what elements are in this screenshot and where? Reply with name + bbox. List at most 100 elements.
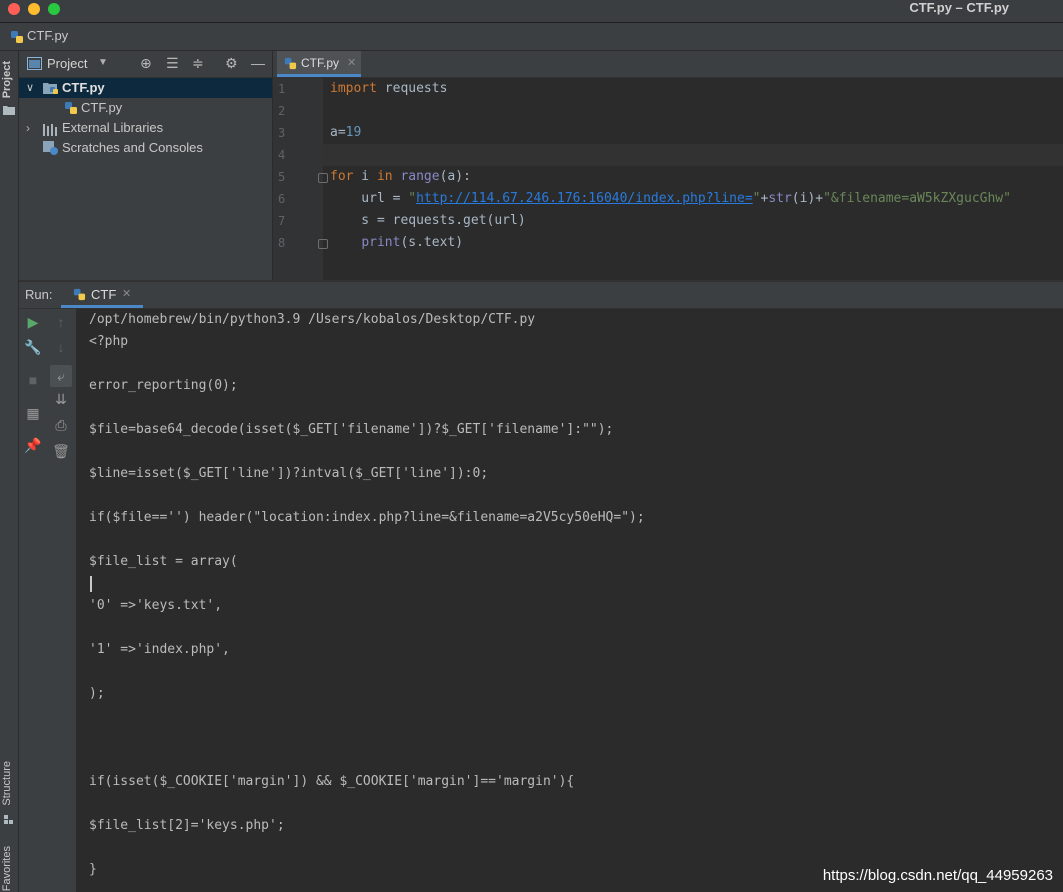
console-line: $file_list = array( bbox=[89, 554, 238, 569]
code-url-link[interactable]: http://114.67.246.176:16040/index.php?li… bbox=[416, 191, 753, 206]
tree-item-label: External Libraries bbox=[62, 120, 164, 135]
code-token: import bbox=[330, 81, 377, 96]
console-output[interactable]: /opt/homebrew/bin/python3.9 /Users/kobal… bbox=[77, 309, 1063, 892]
editor-tab-ctf[interactable]: CTF.py ✕ bbox=[277, 51, 361, 77]
console-line: '1' =>'index.php', bbox=[89, 642, 230, 657]
code-token: i bbox=[353, 169, 377, 184]
fold-marker-icon[interactable] bbox=[318, 173, 328, 183]
project-view-icon bbox=[27, 57, 42, 73]
code-token: 19 bbox=[345, 125, 362, 140]
code-token: in bbox=[376, 169, 393, 184]
console-line: $line=isset($_GET['line'])?intval($_GET[… bbox=[89, 466, 489, 481]
code-line-5: for i in range(a): bbox=[330, 169, 471, 184]
console-line: $file=base64_decode(isset($_GET['filenam… bbox=[89, 422, 614, 437]
minimize-window-button[interactable] bbox=[28, 3, 40, 15]
code-token: (a): bbox=[439, 169, 471, 184]
line-number: 4 bbox=[278, 148, 286, 162]
stop-icon[interactable]: ■ bbox=[23, 372, 43, 388]
gear-icon[interactable]: ⚙ bbox=[225, 55, 238, 72]
hide-panel-icon[interactable]: — bbox=[251, 55, 265, 71]
code-line-8: print(s.text) bbox=[330, 235, 463, 250]
tree-item-label: CTF.py bbox=[81, 100, 123, 115]
layout-icon[interactable]: ▦ bbox=[23, 405, 43, 422]
code-line-3: a=19 bbox=[330, 125, 361, 140]
code-editor[interactable]: 1 2 3 4 5 6 7 8 import requests a=19 for… bbox=[273, 78, 1063, 280]
run-tab-ctf[interactable]: CTF ✕ bbox=[61, 282, 143, 308]
editor-tab-bar: CTF.py ✕ bbox=[273, 51, 1063, 78]
tree-item-scratches[interactable]: Scratches and Consoles bbox=[19, 138, 272, 158]
pin-icon[interactable]: 📌 bbox=[23, 437, 43, 454]
line-number: 1 bbox=[278, 82, 286, 96]
tree-item-label: Scratches and Consoles bbox=[62, 140, 203, 155]
line-number: 7 bbox=[278, 214, 286, 228]
structure-tool-window-button[interactable]: Structure bbox=[1, 761, 13, 806]
navigation-bar: CTF.py bbox=[0, 23, 1063, 51]
code-line-7: s = requests.get(url) bbox=[330, 213, 526, 228]
code-token: print bbox=[361, 235, 401, 250]
favorites-tool-window-button[interactable]: Favorites bbox=[1, 846, 13, 891]
project-view-selector[interactable]: Project bbox=[47, 56, 87, 71]
close-icon[interactable]: ✕ bbox=[347, 56, 356, 69]
console-line: $file_list[2]='keys.php'; bbox=[89, 818, 285, 833]
title-bar: CTF.py – CTF.py bbox=[0, 0, 1063, 23]
project-panel-header: Project ▼ ⊕ ☰ ≑ ⚙ — bbox=[19, 51, 272, 78]
breadcrumb-file[interactable]: CTF.py bbox=[27, 28, 68, 43]
chevron-right-icon[interactable]: › bbox=[26, 118, 30, 138]
zoom-window-button[interactable] bbox=[48, 3, 60, 15]
chevron-down-icon[interactable]: ∨ bbox=[26, 78, 34, 98]
collapse-all-icon[interactable]: ≑ bbox=[192, 55, 204, 72]
structure-icon[interactable] bbox=[4, 813, 14, 828]
console-line: if(isset($_COOKIE['margin']) && $_COOKIE… bbox=[89, 774, 575, 789]
chevron-down-icon[interactable]: ▼ bbox=[98, 57, 108, 68]
console-line: } bbox=[89, 862, 97, 877]
python-icon bbox=[73, 288, 86, 304]
code-token: "&filename=aW5kZXgucGhw" bbox=[823, 191, 1011, 206]
run-panel-label: Run: bbox=[25, 287, 53, 302]
arrow-up-icon[interactable]: ↑ bbox=[51, 314, 71, 330]
project-panel: Project ▼ ⊕ ☰ ≑ ⚙ — ∨ CTF.py CTF.py › Ex… bbox=[19, 51, 272, 281]
code-token: requests bbox=[376, 81, 448, 96]
code-token: str bbox=[768, 191, 792, 206]
window-title: CTF.py – CTF.py bbox=[909, 0, 1009, 15]
locate-icon[interactable]: ⊕ bbox=[140, 55, 152, 72]
wrench-icon[interactable]: 🔧 bbox=[23, 339, 43, 356]
trash-icon[interactable]: 🗑 bbox=[51, 443, 71, 460]
tree-item-label: CTF.py bbox=[62, 80, 105, 95]
folder-icon[interactable] bbox=[3, 103, 15, 118]
run-panel-header: Run: CTF ✕ bbox=[19, 282, 1063, 309]
text-caret bbox=[90, 576, 92, 592]
current-line-highlight bbox=[323, 144, 1063, 166]
console-line: '0' =>'keys.txt', bbox=[89, 598, 223, 613]
left-tool-strip: Project Structure Favorites bbox=[0, 51, 19, 892]
watermark: https://blog.csdn.net/qq_44959263 bbox=[822, 867, 1053, 884]
code-token: " bbox=[408, 191, 417, 206]
close-window-button[interactable] bbox=[8, 3, 20, 15]
project-tool-window-button[interactable]: Project bbox=[1, 61, 13, 98]
editor-tab-label: CTF.py bbox=[301, 56, 340, 70]
tree-item-project-root[interactable]: ∨ CTF.py bbox=[19, 78, 272, 98]
fold-marker-icon[interactable] bbox=[318, 239, 328, 249]
run-toolbar: ▶ ↑ 🔧 ↓ ■ ⤶ ⇊ ▦ ⎙ 📌 🗑 bbox=[19, 309, 76, 892]
console-line: if($file=='') header("location:index.php… bbox=[89, 510, 645, 525]
code-token: for bbox=[330, 169, 354, 184]
console-line: /opt/homebrew/bin/python3.9 /Users/kobal… bbox=[89, 312, 536, 327]
line-number: 5 bbox=[278, 170, 286, 184]
tree-item-file[interactable]: CTF.py bbox=[19, 98, 272, 118]
line-number: 6 bbox=[278, 192, 286, 206]
code-token: (i)+ bbox=[791, 191, 824, 206]
rerun-icon[interactable]: ▶ bbox=[23, 314, 43, 331]
arrow-down-icon[interactable]: ↓ bbox=[51, 339, 71, 355]
close-icon[interactable]: ✕ bbox=[122, 287, 131, 300]
expand-all-icon[interactable]: ☰ bbox=[166, 55, 179, 72]
python-file-icon bbox=[284, 57, 297, 73]
code-token: range bbox=[400, 169, 440, 184]
code-token: url = bbox=[330, 191, 409, 206]
python-file-icon bbox=[10, 30, 24, 47]
scroll-to-end-icon[interactable]: ⇊ bbox=[51, 391, 71, 408]
tree-item-external-libraries[interactable]: › External Libraries bbox=[19, 118, 272, 138]
print-icon[interactable]: ⎙ bbox=[51, 417, 71, 434]
soft-wrap-icon[interactable]: ⤶ bbox=[50, 365, 72, 387]
scratches-icon bbox=[43, 141, 59, 161]
code-token: (s.text) bbox=[400, 235, 464, 250]
